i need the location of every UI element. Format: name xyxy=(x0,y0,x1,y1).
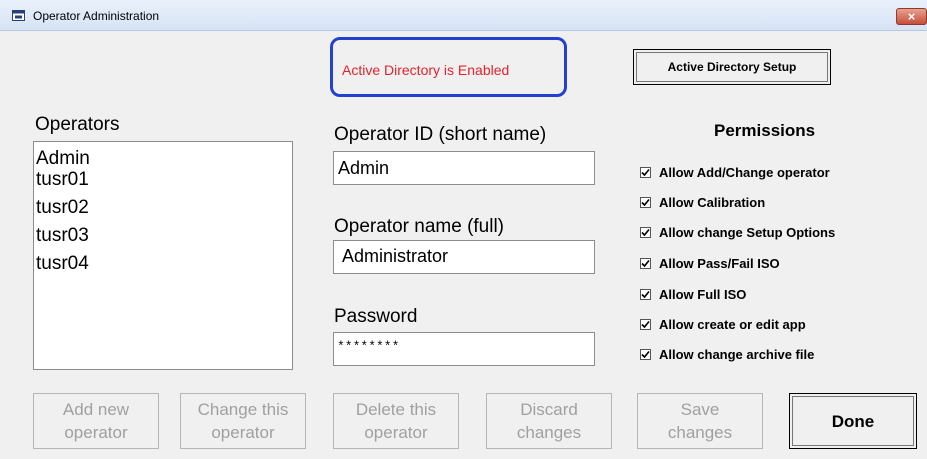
window-title: Operator Administration xyxy=(33,9,160,23)
button-label-line2: operator xyxy=(211,423,275,442)
save-changes-button[interactable]: Save changes xyxy=(637,393,763,449)
check-icon xyxy=(641,259,650,267)
button-label-line2: operator xyxy=(364,423,428,442)
add-new-operator-button[interactable]: Add new operator xyxy=(33,393,159,449)
app-icon xyxy=(12,10,25,21)
permission-full-iso[interactable]: Allow Full ISO xyxy=(640,285,746,303)
change-this-operator-button[interactable]: Change this operator xyxy=(180,393,306,449)
permission-label: Allow change Setup Options xyxy=(659,224,836,240)
button-label-line2: changes xyxy=(516,423,582,442)
checkbox[interactable] xyxy=(640,257,651,269)
operator-name-label: Operator name (full) xyxy=(334,216,505,237)
discard-changes-button[interactable]: Discard changes xyxy=(486,393,612,449)
active-directory-setup-button[interactable]: Active Directory Setup xyxy=(633,49,831,85)
operators-label: Operators xyxy=(35,114,120,135)
permission-label: Allow create or edit app xyxy=(659,316,806,332)
check-icon xyxy=(641,168,650,176)
check-icon xyxy=(641,320,650,328)
list-item[interactable]: Admin xyxy=(36,148,90,170)
done-button[interactable]: Done xyxy=(789,393,917,449)
permission-change-setup-options[interactable]: Allow change Setup Options xyxy=(640,223,835,241)
delete-this-operator-button[interactable]: Delete this operator xyxy=(333,393,459,449)
check-icon xyxy=(641,198,650,206)
check-icon xyxy=(641,228,650,236)
permission-pass-fail-iso[interactable]: Allow Pass/Fail ISO xyxy=(640,254,780,272)
check-icon xyxy=(641,290,650,298)
close-icon: × xyxy=(907,9,916,24)
close-button[interactable]: × xyxy=(896,8,927,25)
checkbox[interactable] xyxy=(640,318,651,330)
title-bar: Operator Administration × xyxy=(0,0,927,31)
operator-id-label: Operator ID (short name) xyxy=(334,124,547,145)
button-label-line2: changes xyxy=(667,423,733,442)
operator-id-value: Admin xyxy=(338,158,390,178)
active-directory-setup-label: Active Directory Setup xyxy=(667,60,797,74)
active-directory-status: Active Directory is Enabled xyxy=(342,62,510,78)
operator-name-field[interactable]: Administrator xyxy=(333,240,595,274)
permission-label: Allow Calibration xyxy=(659,194,766,210)
list-item[interactable]: tusr04 xyxy=(36,253,89,275)
checkbox[interactable] xyxy=(640,226,651,238)
password-value: ******** xyxy=(337,339,400,354)
button-label-line1: Discard xyxy=(520,400,578,419)
list-item[interactable]: tusr02 xyxy=(36,197,89,219)
operators-listbox[interactable]: Admin tusr01 tusr02 tusr03 tusr04 xyxy=(33,141,293,370)
permission-create-edit-app[interactable]: Allow create or edit app xyxy=(640,315,806,333)
button-label-line1: Add new xyxy=(62,400,130,419)
checkbox[interactable] xyxy=(640,288,651,300)
password-label: Password xyxy=(334,306,418,327)
permission-label: Allow change archive file xyxy=(659,346,815,362)
button-label-line1: Change this xyxy=(197,400,289,419)
list-item[interactable]: tusr03 xyxy=(36,225,89,247)
button-label-line2: operator xyxy=(64,423,128,442)
list-item[interactable]: tusr01 xyxy=(36,169,89,191)
permission-label: Allow Add/Change operator xyxy=(659,164,830,180)
operator-id-field[interactable]: Admin xyxy=(333,151,595,185)
checkbox[interactable] xyxy=(640,348,651,360)
button-label-line1: Save xyxy=(680,400,720,419)
permission-label: Allow Full ISO xyxy=(659,286,747,302)
permission-label: Allow Pass/Fail ISO xyxy=(659,255,780,271)
permissions-title: Permissions xyxy=(714,121,816,140)
checkbox[interactable] xyxy=(640,166,651,178)
button-label-line1: Delete this xyxy=(355,400,437,419)
operator-administration-window: Operator Administration × Active Directo… xyxy=(0,0,927,459)
checkbox[interactable] xyxy=(640,196,651,208)
permission-calibration[interactable]: Allow Calibration xyxy=(640,193,765,211)
check-icon xyxy=(641,350,650,358)
permission-add-change-operator[interactable]: Allow Add/Change operator xyxy=(640,163,830,181)
operator-name-value: Administrator xyxy=(342,246,449,266)
permission-change-archive-file[interactable]: Allow change archive file xyxy=(640,345,814,363)
password-field[interactable]: ******** xyxy=(333,332,595,366)
